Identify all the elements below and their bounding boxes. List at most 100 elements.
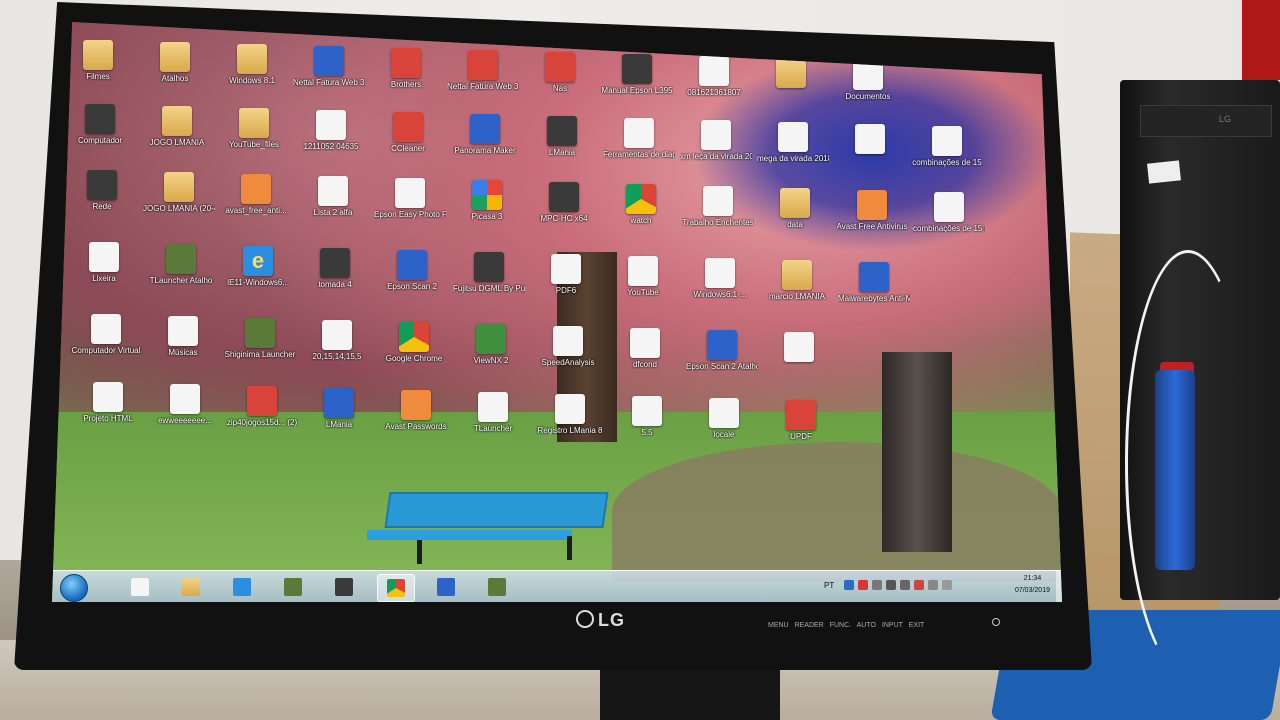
desktop-icon-trash[interactable]: Lixeira [68,242,140,283]
monitor-button-auto[interactable]: AUTO [857,622,882,629]
avast-tray-icon[interactable] [914,580,924,590]
desktop-icon-label: ewweeeeeee... [158,416,212,425]
desktop-icon-app[interactable]: tomada 4 [299,248,371,289]
desktop-icon-app[interactable]: Malwarebytes Anti-Malware [838,262,910,303]
desktop-icon-doc[interactable]: YouTube [607,256,679,297]
desktop-icon-app[interactable]: Nettal Fatura Web 3.0 [293,46,365,87]
desktop-icon-doc[interactable]: dfcond [609,328,681,369]
display-icon[interactable] [942,580,952,590]
monitor-button-exit[interactable]: EXIT [909,622,925,629]
desktop-icon-app[interactable]: Epson Scan 2 [376,250,448,291]
taskbar-lmania[interactable] [428,574,464,600]
tray-app-icon[interactable] [900,580,910,590]
desktop-icon-app[interactable]: Nas [524,52,596,93]
app-icon [472,180,502,210]
desktop-icon-app[interactable]: Fujitsu DGML By Pulse 14 [453,252,525,293]
desktop-icon-doc[interactable]: combinações de 15 dezenas (2) [913,192,985,233]
desktop-icon-doc[interactable]: mega da virada 2018 [757,122,829,163]
taskbar-tlauncher[interactable] [326,574,362,600]
desktop-icon-doc[interactable]: combinações de 15 [911,126,983,167]
desktop-icon-app[interactable]: ViewNX 2 [455,324,527,365]
help-icon[interactable] [844,580,854,590]
app-icon [549,182,579,212]
desktop-icon-app[interactable]: Epson Easy Photo Print [374,178,446,219]
app-icon [476,324,506,354]
desktop-icon-doc[interactable]: PDF6 [530,254,602,295]
start-button[interactable] [60,574,88,602]
desktop-icon-computer[interactable]: Computador [64,104,136,145]
taskbar-chrome[interactable] [377,574,415,602]
desktop-icon-folder[interactable]: ewweeeeeee... [149,384,221,425]
desktop-icon-doc[interactable]: Trabalho Enchentes [682,186,754,227]
desktop-icon-app[interactable]: 1211052 04635 [295,110,367,151]
power-icon[interactable] [992,618,1000,626]
desktop-icon-app[interactable]: LMania [303,388,375,429]
desktop-icon-doc[interactable]: Registro LMania 8 [534,394,606,435]
desktop-icon-app[interactable]: Picasa 3 [451,180,523,221]
taskbar-minecraft-2[interactable] [479,574,515,600]
desktop-icon-folder[interactable]: data [759,188,831,229]
desktop-icon-doc[interactable]: SpeedAnalysis [532,326,604,367]
desktop-icon-folder[interactable] [763,332,835,364]
desktop-icon-label: Epson Scan 2 Atalho [686,362,758,371]
desktop-icon-app[interactable]: avast_free_anti... [220,174,292,215]
desktop-icon-folder[interactable]: Windows 8.1 [216,44,288,85]
desktop-icon-app[interactable]: Avast Free Antivirus [836,190,908,231]
network-icon[interactable] [858,580,868,590]
desktop-icon-app[interactable]: e IE11-Windows6... [222,246,294,287]
bench-leg [417,540,422,564]
desktop-icon-app[interactable]: Manual Epson L395 [601,54,673,95]
desktop-icon-app[interactable]: Nettal Fatura Web 3.0 [447,50,519,91]
desktop-icon-doc[interactable]: 081621361807 [678,56,750,97]
monitor-button-reader[interactable]: READER [795,622,830,629]
desktop-icon-doc[interactable]: locale [688,398,760,439]
taskbar-folder[interactable] [173,574,209,600]
desktop-icon-doc[interactable] [834,124,906,156]
monitor-button-func[interactable]: FUNC. [830,622,857,629]
desktop-icon-folder[interactable]: marcio LMANIA [761,260,833,301]
desktop-icon-app[interactable]: Avast Passwords [380,390,452,431]
desktop-icon-app[interactable]: CCleaner [372,112,444,153]
desktop-icon-app[interactable]: Epson Scan 2 Atalho [686,330,758,371]
desktop-icon-doc[interactable]: 5.5 [611,396,683,437]
desktop-icon-app[interactable]: LMania [526,116,598,157]
desktop-icon-app[interactable]: Panorama Maker [449,114,521,155]
desktop-icon-label: Nas [552,84,568,93]
desktop-icon-folder[interactable]: Computador Virtual [70,314,142,355]
monitor-button-input[interactable]: INPUT [882,622,909,629]
desktop-icon-folder[interactable]: JOGO LMANIA (20-40) [143,172,215,213]
language-indicator[interactable]: PT [824,581,834,590]
monitor-button-menu[interactable]: MENU [768,622,795,629]
taskbar-explorer-list[interactable] [122,574,158,600]
desktop-icon-folder[interactable]: Projeto HTML [72,382,144,423]
desktop-icon-network[interactable]: Rede [66,170,138,211]
clock[interactable]: 21:34 07/03/2019 [1015,573,1050,597]
taskbar-minecraft[interactable] [275,574,311,600]
desktop-icon-app[interactable]: Brothers [370,48,442,89]
desktop-icon-folder[interactable]: YouTube_files [218,108,290,149]
desktop-icon-folder[interactable]: Filmes [62,40,134,81]
desktop-icon-app[interactable]: Windows6.1-... [684,258,756,299]
desktop-icon-app[interactable]: Google Chrome [378,322,450,363]
desktop-icon-doc[interactable]: Ferramentas de diagnóstico d... [603,118,675,159]
flag-icon[interactable] [928,580,938,590]
desktop-icon-doc[interactable]: 20,15,14,15,5 [301,320,373,361]
desktop-icon-app[interactable]: Shiginima Launcher [224,318,296,359]
taskbar-ie[interactable] [224,574,260,600]
desktop-icon-folder[interactable]: JOGO LMANIA [141,106,213,147]
desktop-icon-app[interactable]: watch [605,184,677,225]
desktop-icon-app[interactable]: TLauncher Atalho [145,244,217,285]
volume-icon[interactable] [886,580,896,590]
desktop-icon-app[interactable]: MPC-HC x64 [528,182,600,223]
desktop-icon-label: CCleaner [391,144,425,153]
desktop-icon-folder[interactable]: Atalhos [139,42,211,83]
desktop-icon-folder[interactable] [755,58,827,90]
desktop-icon-app[interactable]: UPDF [765,400,837,441]
desktop-icon-doc[interactable]: xm leça da virada 2018 [680,120,752,161]
desktop-icon-archive[interactable]: zip40jogos15d... (2) [226,386,298,427]
desktop-icon-app[interactable]: TLauncher [457,392,529,433]
update-icon[interactable] [872,580,882,590]
desktop-icon-folder[interactable]: Músicas [147,316,219,357]
desktop-icon-doc[interactable]: Lista 2 alfa [297,176,369,217]
desktop-icon-label: LMania [548,148,576,157]
